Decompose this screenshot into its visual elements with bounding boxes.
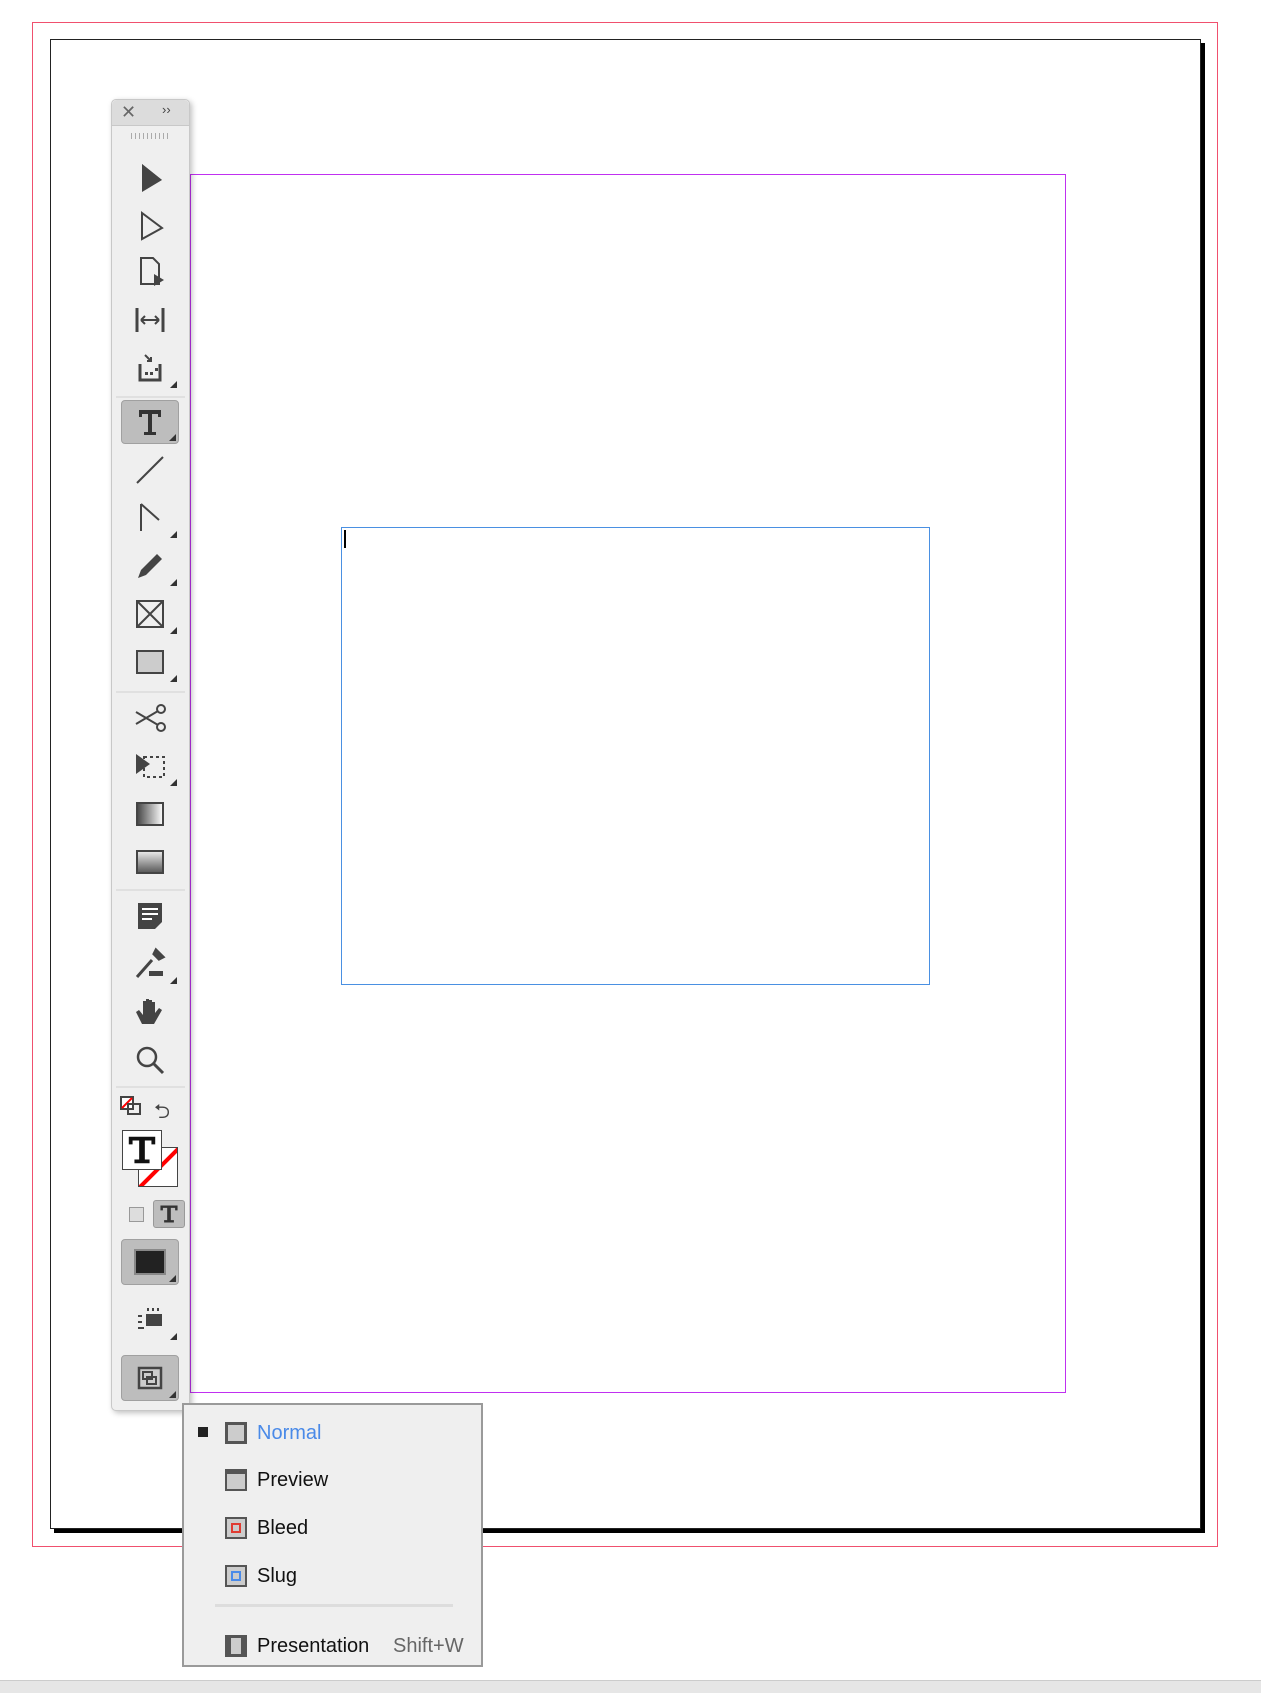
divider: [116, 1086, 185, 1088]
screen-mode-menu: Normal Preview Bleed Slug Presentation S…: [182, 1403, 483, 1667]
selection-tool[interactable]: [121, 156, 179, 200]
arrow-icon: [142, 164, 162, 192]
collector-icon: [138, 354, 162, 382]
menu-item-presentation[interactable]: Presentation Shift+W: [184, 1626, 481, 1666]
normal-mode-icon: [137, 1366, 163, 1390]
gradient-feather-icon: [136, 850, 164, 874]
frame-x-icon: [136, 600, 164, 628]
type-tool[interactable]: [121, 400, 179, 444]
pencil-tool[interactable]: [121, 544, 179, 588]
hand-icon: [136, 999, 162, 1024]
bleed-mode-icon: [225, 1517, 247, 1539]
slug-mode-icon: [225, 1565, 247, 1587]
fill-swatch[interactable]: [122, 1130, 162, 1170]
text-frame[interactable]: [341, 527, 930, 985]
formatting-container-button[interactable]: [129, 1207, 144, 1222]
eyedropper-icon: [135, 947, 166, 978]
tools-panel: ✕ ›› ⮌: [111, 99, 190, 1411]
preview-mode-icon: [225, 1469, 247, 1491]
page-tool[interactable]: [121, 250, 179, 294]
eyedropper-tool[interactable]: [121, 942, 179, 986]
type-icon: [139, 410, 161, 435]
rectangle-tool[interactable]: [121, 640, 179, 684]
line-tool[interactable]: [121, 448, 179, 492]
gap-tool[interactable]: [121, 298, 179, 342]
free-transform-icon: [136, 754, 165, 778]
pen-tool[interactable]: [121, 496, 179, 540]
divider: [116, 691, 185, 693]
magnifier-icon: [136, 1046, 165, 1075]
screen-mode-secondary-button[interactable]: [121, 1298, 179, 1342]
menu-separator: [215, 1604, 453, 1607]
note-icon: [138, 903, 162, 929]
scissors-icon: [135, 704, 166, 732]
zoom-tool[interactable]: [121, 1038, 179, 1082]
hollow-arrow-icon: [141, 211, 164, 241]
default-fill-stroke-icon[interactable]: [120, 1096, 142, 1118]
gap-icon: [135, 308, 165, 332]
hand-tool[interactable]: [121, 990, 179, 1034]
note-tool[interactable]: [121, 894, 179, 938]
pencil-icon: [138, 554, 162, 578]
divider: [116, 889, 185, 891]
formatting-text-button[interactable]: [153, 1200, 185, 1228]
page-icon: [140, 257, 164, 286]
presentation-mode-icon: [225, 1635, 247, 1657]
pen-icon: [140, 503, 160, 531]
content-collector-tool[interactable]: [121, 346, 179, 390]
divider: [116, 396, 185, 398]
grip-handle[interactable]: [131, 133, 169, 139]
menu-item-bleed[interactable]: Bleed: [184, 1508, 481, 1548]
menu-item-preview[interactable]: Preview: [184, 1460, 481, 1500]
rectangle-frame-tool[interactable]: [121, 592, 179, 636]
gradient-icon: [136, 802, 164, 826]
panel-header[interactable]: ✕ ››: [112, 100, 189, 126]
menu-item-normal[interactable]: Normal: [184, 1413, 481, 1453]
gradient-swatch-tool[interactable]: [121, 792, 179, 836]
type-icon: [128, 1136, 156, 1164]
free-transform-tool[interactable]: [121, 744, 179, 788]
line-icon: [136, 456, 164, 484]
type-icon: [160, 1205, 178, 1223]
gradient-feather-tool[interactable]: [121, 840, 179, 884]
text-cursor: [344, 530, 346, 548]
screen-mode-icon: [138, 1308, 162, 1329]
menu-item-slug[interactable]: Slug: [184, 1556, 481, 1596]
collapse-icon[interactable]: ››: [162, 102, 171, 117]
close-icon[interactable]: ✕: [121, 102, 136, 123]
direct-selection-tool[interactable]: [121, 204, 179, 248]
screen-mode-button[interactable]: [121, 1355, 179, 1401]
scissors-tool[interactable]: [121, 696, 179, 740]
apply-color-button[interactable]: [121, 1239, 179, 1285]
status-bar: [0, 1680, 1261, 1693]
normal-mode-icon: [225, 1422, 247, 1444]
swap-fill-stroke-icon[interactable]: ⮌: [154, 1097, 170, 1131]
color-swatch-icon: [134, 1249, 166, 1275]
rectangle-icon: [136, 650, 164, 674]
checkmark-icon: [198, 1427, 208, 1437]
